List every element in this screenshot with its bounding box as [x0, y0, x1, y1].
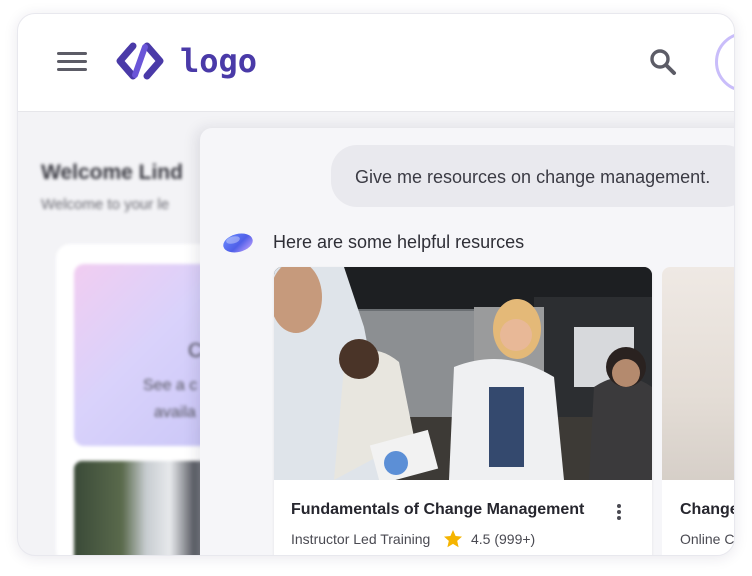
user-message-text: Give me resources on change management.	[355, 167, 711, 187]
chat-panel: Give me resources on change management. …	[200, 128, 735, 555]
resource-card-image	[274, 267, 652, 480]
resource-card[interactable]: Fundamentals of Change Management Instru…	[274, 267, 652, 555]
top-header: logo	[18, 14, 734, 112]
user-message-bubble: Give me resources on change management.	[331, 145, 734, 207]
promo-text: See a c	[143, 377, 198, 394]
star-icon	[444, 530, 462, 548]
more-options-icon[interactable]	[617, 504, 623, 522]
resource-card[interactable]: Change Online C	[662, 267, 735, 555]
logo-mark-icon	[116, 42, 164, 80]
resource-card-image	[662, 267, 734, 480]
resource-card-type: Online C	[680, 531, 735, 547]
promo-text-2: availa	[154, 404, 196, 421]
logo-text[interactable]: logo	[180, 42, 257, 80]
assistant-message-text: Here are some helpful resurces	[273, 232, 525, 252]
search-icon[interactable]	[648, 47, 678, 77]
resource-card-rating: 4.5 (999+)	[471, 531, 536, 547]
avatar[interactable]	[715, 32, 734, 92]
welcome-title: Welcome Lind	[41, 161, 183, 184]
app-window: logo Welcome Lind Welcome to your le C S…	[17, 13, 735, 556]
assistant-blob-icon	[223, 233, 253, 253]
resource-card-title[interactable]: Fundamentals of Change Management	[291, 501, 584, 519]
resource-card-title[interactable]: Change	[680, 501, 734, 519]
menu-icon[interactable]	[57, 52, 87, 76]
welcome-subtitle: Welcome to your le	[41, 196, 170, 213]
resource-card-type: Instructor Led Training	[291, 531, 431, 547]
